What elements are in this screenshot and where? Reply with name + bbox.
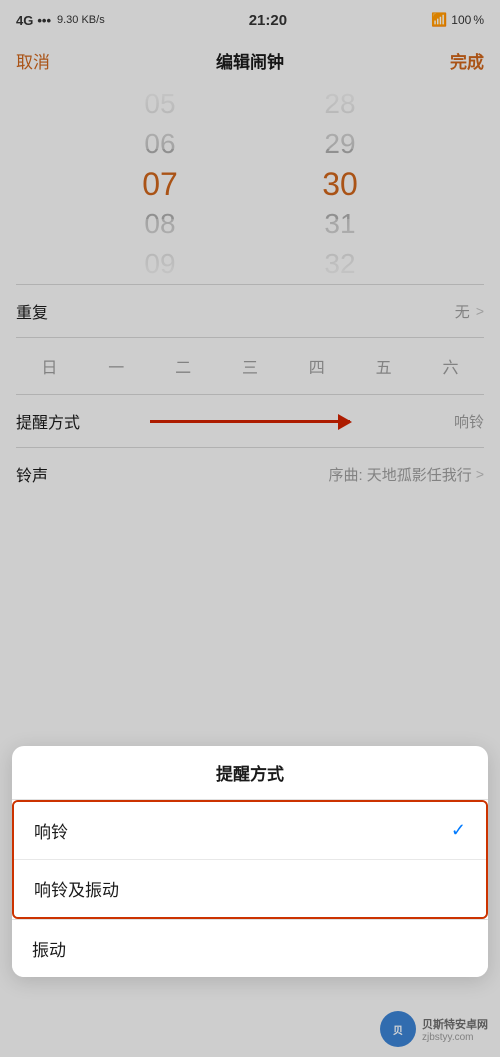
- popup-item-vibrate-label: 振动: [32, 936, 66, 961]
- popup-title: 提醒方式: [12, 746, 488, 800]
- popup-items-bordered: 响铃 ✓ 响铃及振动: [12, 800, 488, 919]
- checkmark-icon: ✓: [451, 820, 466, 841]
- popup-item-vibrate[interactable]: 振动: [12, 919, 488, 977]
- popup-item-ring-vibrate[interactable]: 响铃及振动: [14, 859, 486, 917]
- popup-item-ring[interactable]: 响铃 ✓: [14, 802, 486, 859]
- popup-item-ring-vibrate-label: 响铃及振动: [34, 876, 119, 901]
- popup-item-ring-label: 响铃: [34, 818, 68, 843]
- popup-sheet: 提醒方式 响铃 ✓ 响铃及振动 振动: [12, 746, 488, 977]
- popup-overlay[interactable]: 提醒方式 响铃 ✓ 响铃及振动 振动: [0, 0, 500, 1057]
